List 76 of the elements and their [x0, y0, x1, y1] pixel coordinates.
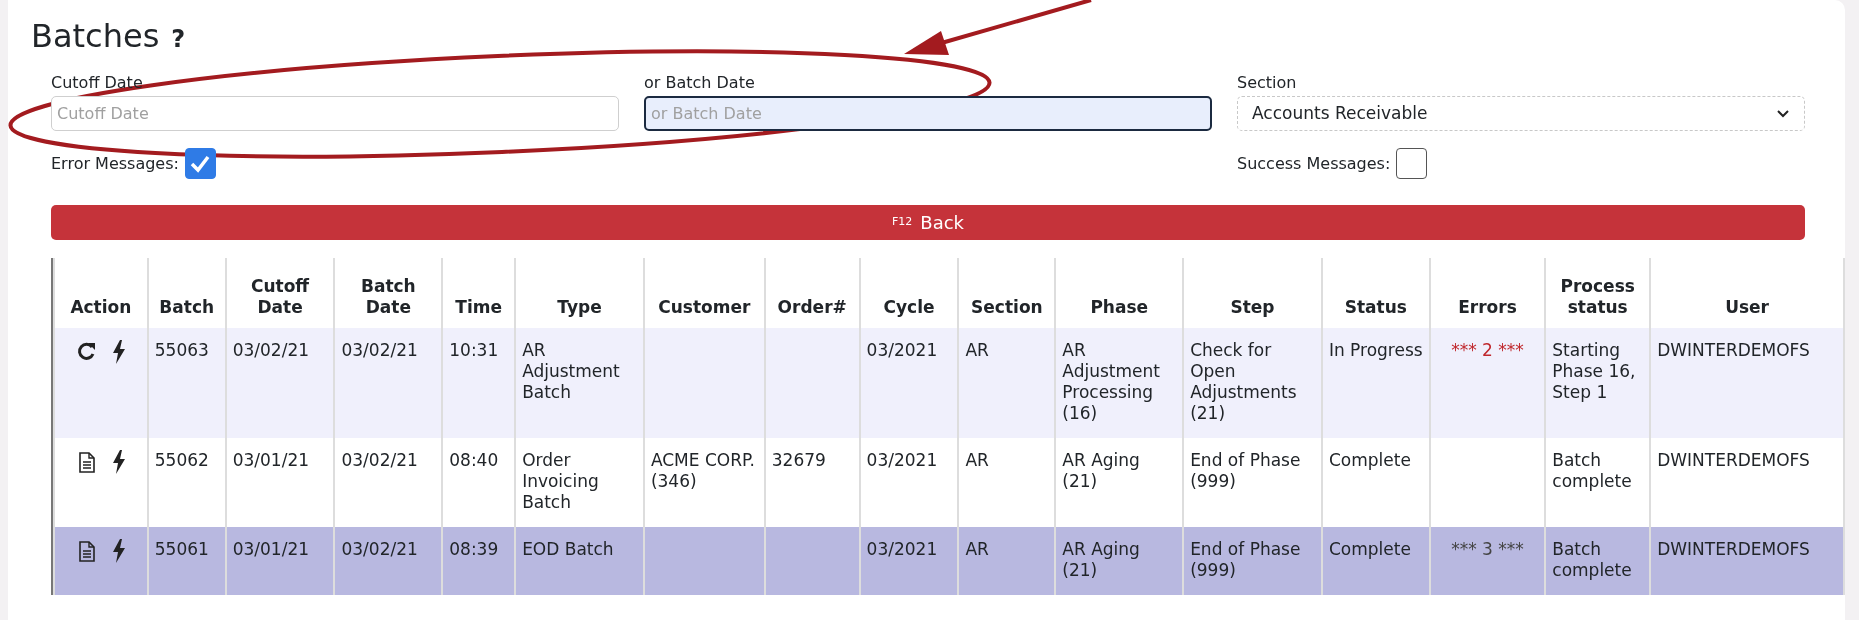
- column-header: Section: [971, 297, 1043, 317]
- lightning-icon[interactable]: [111, 340, 126, 364]
- error-count: *** 2 ***: [1451, 340, 1524, 361]
- section-dropdown[interactable]: Accounts Receivable: [1237, 96, 1805, 131]
- table-cell: 10:31: [449, 340, 499, 360]
- table-cell: Order Invoicing Batch: [522, 450, 599, 512]
- table-cell: 03/02/21: [341, 450, 418, 470]
- column-header: Cycle: [883, 297, 935, 317]
- checkbox[interactable]: [1396, 148, 1428, 179]
- table-cell: AR: [965, 539, 989, 559]
- table-cell: DWINTERDEMOFS: [1657, 450, 1810, 470]
- lightning-icon[interactable]: [111, 539, 126, 563]
- column-header: Time: [455, 297, 502, 317]
- table-cell: 03/2021: [866, 340, 938, 360]
- error-count: *** 3 ***: [1451, 539, 1524, 560]
- table-cell: In Progress: [1328, 340, 1423, 360]
- table-cell: 03/01/21: [232, 450, 310, 470]
- column-header: Phase: [1090, 297, 1149, 317]
- column-header: Order#: [777, 297, 847, 317]
- table-cell: ACME CORP. (346): [650, 450, 755, 491]
- table-cell: 03/2021: [866, 450, 938, 470]
- table-cell: AR Adjustment Batch: [522, 340, 620, 402]
- table-cell: DWINTERDEMOFS: [1657, 340, 1810, 360]
- column-header: Customer: [658, 297, 751, 317]
- table-cell: AR: [965, 340, 989, 360]
- help-icon[interactable]: ?: [171, 21, 186, 57]
- table-cell: 03/02/21: [341, 539, 418, 559]
- table-cell: AR Aging (21): [1062, 450, 1140, 491]
- checkbox-label: Success Messages:: [1237, 152, 1391, 175]
- table-cell: 08:40: [449, 450, 499, 470]
- field-label: Cutoff Date: [51, 72, 143, 94]
- chevron-down-icon: [1776, 108, 1790, 119]
- checkbox[interactable]: [184, 148, 216, 179]
- table-cell: Starting Phase 16, Step 1: [1552, 340, 1636, 402]
- column-header: Cutoff Date: [251, 276, 310, 317]
- table-cell: Complete: [1328, 539, 1411, 559]
- table-row[interactable]: 55063 03/02/21 03/02/21 10:31 AR Adjustment Batch 03/2021 AR AR Adjustment Processing (16) Check for Open Adjustments (21) In Progress *** 2 *** Starting Phase 16, Step 1 DWINTERDEMOFS: [54, 328, 1844, 438]
- table-cell: AR Aging (21): [1062, 539, 1140, 580]
- table-cell: Check for Open Adjustments (21): [1190, 340, 1297, 423]
- table-cell: 32679: [771, 450, 826, 470]
- table-row[interactable]: 55061 03/01/21 03/02/21 08:39 EOD Batch 03/2021 AR AR Aging (21) End of Phase (999) Complete *** 3 *** Batch complete DWINTERDEMOFS: [54, 527, 1844, 595]
- table-cell: 55063: [154, 340, 209, 360]
- table-cell: 03/01/21: [232, 539, 310, 559]
- date-input-field[interactable]: or Batch Date: [644, 96, 1212, 131]
- column-header: Step: [1230, 297, 1275, 317]
- field-label: or Batch Date: [644, 72, 755, 94]
- table-cell: 08:39: [449, 539, 499, 559]
- table-row[interactable]: 55062 03/01/21 03/02/21 08:40 Order Invoicing Batch ACME CORP. (346) 32679 03/2021 AR AR Aging (21) End of Phase (999) Complete Batch complete DWINTERDEMOFS: [54, 438, 1844, 527]
- table-cell: 55061: [154, 539, 209, 559]
- table-cell: EOD Batch: [522, 539, 614, 559]
- table-cell: End of Phase (999): [1190, 450, 1301, 491]
- table-cell: 55062: [154, 450, 209, 470]
- lightning-icon[interactable]: [111, 450, 126, 474]
- table-cell: AR Adjustment Processing (16): [1062, 340, 1160, 423]
- table-cell: Batch complete: [1552, 539, 1632, 580]
- column-header: Batch: [159, 297, 215, 317]
- column-header: Status: [1344, 297, 1407, 317]
- column-header: Action: [70, 297, 132, 317]
- table-cell: Complete: [1328, 450, 1411, 470]
- column-header: User: [1725, 297, 1769, 317]
- table-cell: Batch complete: [1552, 450, 1632, 491]
- field-label: Section: [1237, 72, 1297, 94]
- checkbox-label: Error Messages:: [51, 152, 179, 175]
- back-button[interactable]: F12 Back: [51, 205, 1805, 240]
- table-cell: 03/02/21: [232, 340, 310, 360]
- table-cell: 03/2021: [866, 539, 938, 559]
- column-header: Batch Date: [360, 276, 416, 317]
- column-header: Errors: [1458, 297, 1517, 317]
- checkmark-icon: [189, 153, 212, 174]
- table-cell: AR: [965, 450, 989, 470]
- column-header: Process status: [1560, 276, 1635, 317]
- table-cell: End of Phase (999): [1190, 539, 1301, 580]
- page-title: Batches: [31, 16, 160, 57]
- column-header: Type: [557, 297, 602, 317]
- table-cell: DWINTERDEMOFS: [1657, 539, 1810, 559]
- table-cell: 03/02/21: [341, 340, 418, 360]
